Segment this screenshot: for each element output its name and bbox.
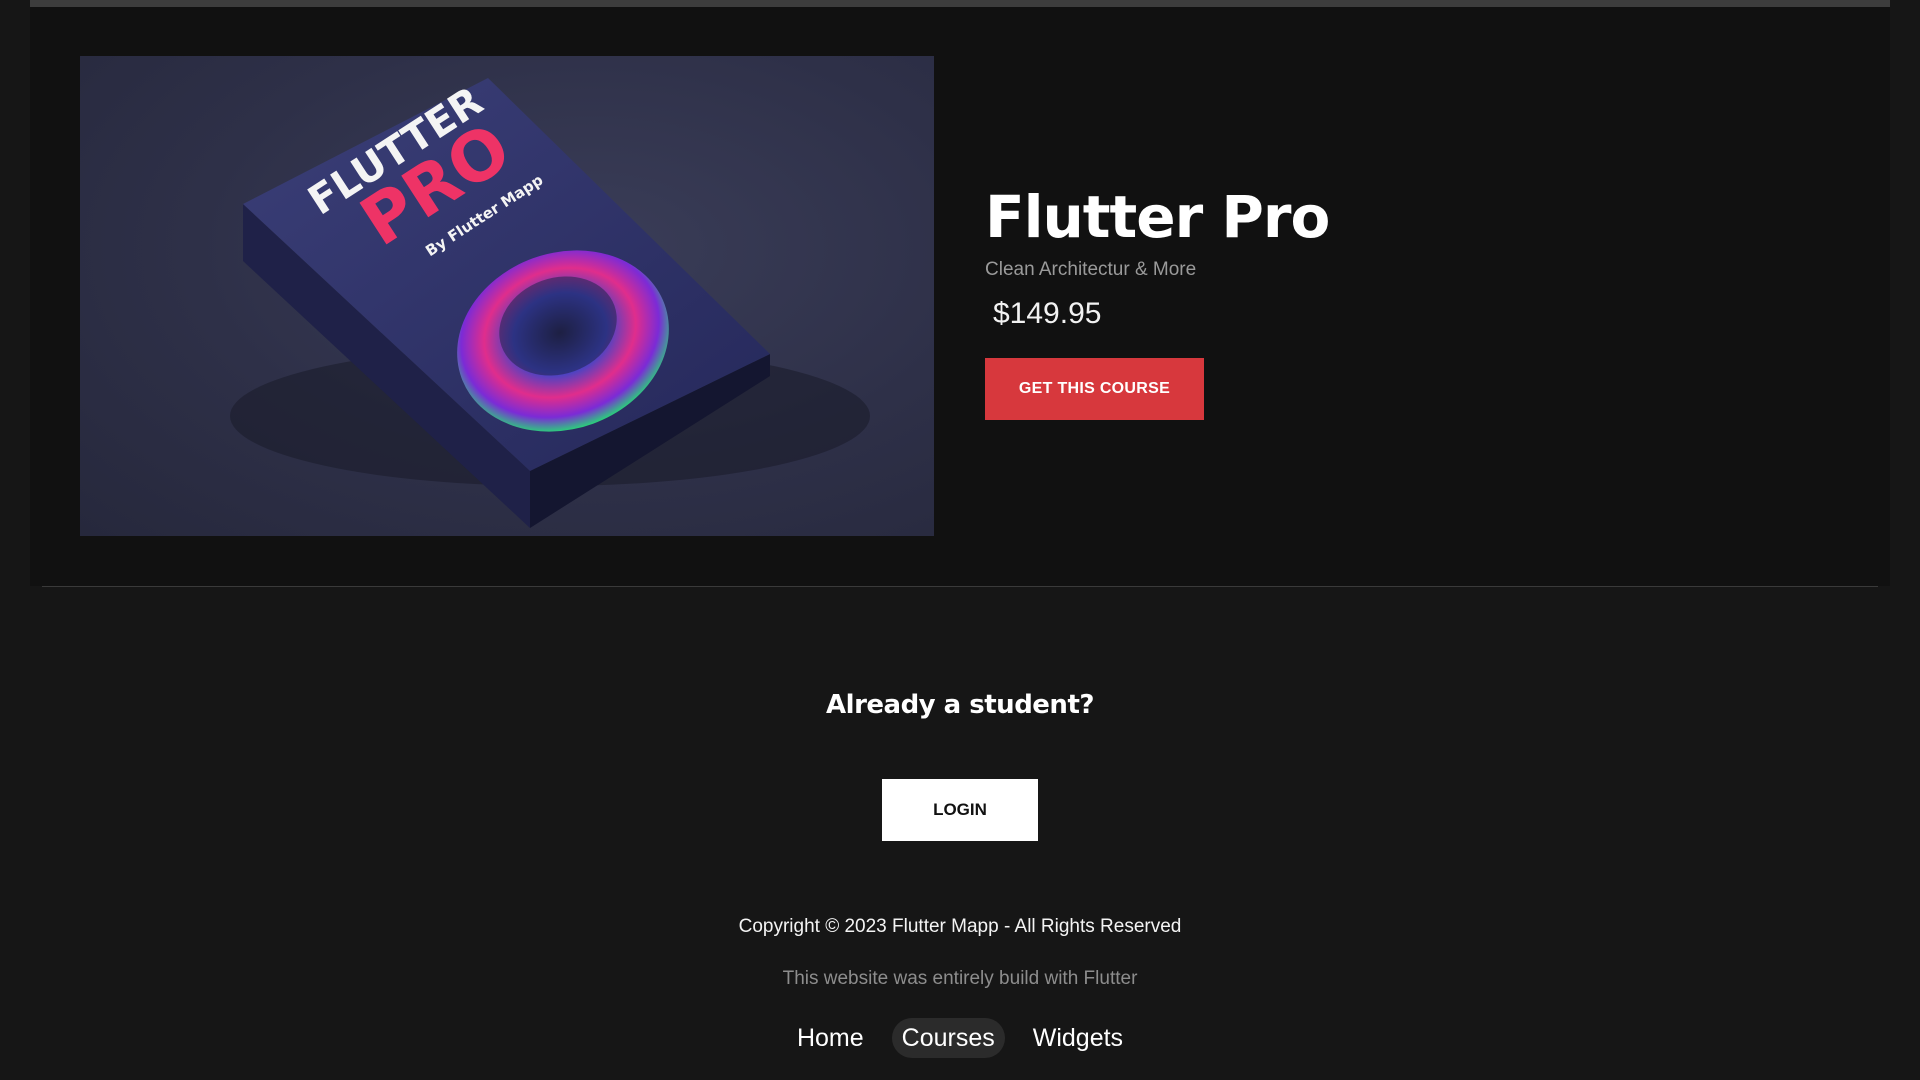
course-subtitle: Clean Architectur & More: [985, 259, 1197, 280]
get-course-button[interactable]: GET THIS COURSE: [985, 358, 1204, 420]
top-bar: [30, 0, 1890, 7]
login-button[interactable]: LOGIN: [882, 779, 1038, 841]
course-price: $149.95: [993, 297, 1102, 330]
student-heading: Already a student?: [826, 690, 1094, 720]
section-divider: [42, 586, 1878, 587]
nav-link-courses[interactable]: Courses: [891, 1018, 1005, 1058]
course-box-illustration: FLUTTER PRO By Flutter Mapp: [230, 78, 870, 528]
course-info: Flutter Pro Clean Architectur & More $14…: [985, 177, 1685, 420]
built-with-text: This website was entirely build with Flu…: [782, 968, 1138, 989]
copyright-text: Copyright © 2023 Flutter Mapp - All Righ…: [738, 916, 1182, 937]
nav-link-widgets[interactable]: Widgets: [1023, 1018, 1133, 1058]
footer-nav: Home Courses Widgets: [0, 1018, 1920, 1058]
course-card: FLUTTER PRO By Flutter Mapp Flutter Pro …: [30, 7, 1890, 586]
course-cover-image: FLUTTER PRO By Flutter Mapp: [80, 56, 934, 536]
course-title: Flutter Pro: [985, 183, 1330, 251]
nav-link-home[interactable]: Home: [787, 1018, 874, 1058]
